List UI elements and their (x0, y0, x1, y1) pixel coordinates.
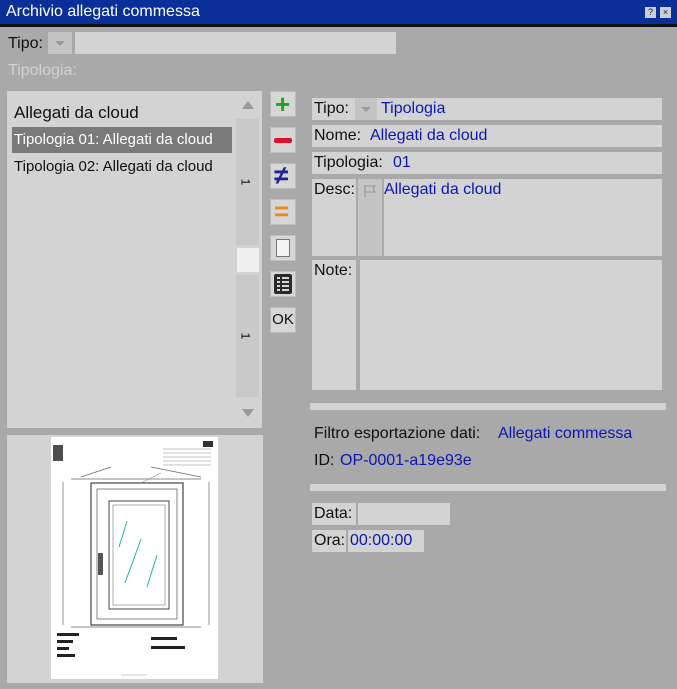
detail-note-input[interactable] (360, 260, 662, 390)
filtro-label: Filtro esportazione dati: (314, 425, 481, 442)
filter-tipologia-label: Tipologia: (8, 62, 77, 79)
filter-tipo-dropdown[interactable] (48, 32, 72, 54)
add-button[interactable]: + (270, 89, 296, 119)
window-titlebar: Archivio allegati commessa ? × (0, 0, 677, 24)
detail-tipo-label: Tipo: (314, 100, 349, 117)
filter-tipo-label: Tipo: (8, 35, 43, 52)
list-view-button[interactable] (270, 271, 296, 297)
detail-nome-value[interactable]: Allegati da cloud (370, 127, 487, 145)
scroll-up-icon[interactable] (242, 101, 254, 109)
separator (310, 484, 666, 491)
scroll-marker-bottom: 1 (238, 332, 253, 340)
list-item-label: Tipologia 02: Allegati da cloud (14, 158, 213, 175)
list-header: Allegati da cloud (14, 103, 139, 122)
filter-tipo-input[interactable] (75, 32, 396, 54)
detail-note-label: Note: (314, 262, 353, 279)
detail-tipo-value[interactable]: Tipologia (381, 100, 445, 118)
flag-icon (364, 185, 376, 197)
title-separator (0, 24, 677, 27)
close-button[interactable]: × (660, 7, 671, 18)
ora-value: 00:00:00 (350, 532, 413, 549)
filtro-value: Allegati commessa (498, 425, 633, 442)
scroll-marker-top: 1 (238, 178, 253, 186)
not-equal-icon: ≠ (274, 160, 289, 190)
equal-button[interactable]: = (270, 196, 296, 226)
list-item[interactable]: Tipologia 02: Allegati da cloud (12, 154, 232, 180)
detail-tipo-dropdown[interactable] (355, 98, 377, 120)
help-button[interactable]: ? (645, 7, 656, 18)
detail-tipologia-label: Tipologia: (314, 154, 383, 171)
window-title: Archivio allegati commessa (6, 3, 200, 20)
list-item-label: Tipologia 01: Allegati da cloud (14, 131, 213, 148)
equal-icon: = (274, 196, 290, 226)
table-list-icon (274, 274, 292, 294)
ora-label: Ora: (314, 532, 346, 549)
detail-nome-label: Nome: (314, 127, 362, 144)
minus-icon (274, 138, 292, 143)
data-input[interactable] (358, 503, 450, 525)
scroll-down-icon[interactable] (242, 409, 254, 417)
detail-desc-flag-cell[interactable] (358, 179, 382, 256)
separator (310, 403, 666, 410)
scroll-thumb[interactable] (237, 248, 259, 272)
ok-button[interactable]: OK (270, 307, 296, 333)
window-drawing-icon (53, 441, 213, 676)
list-item-selected[interactable]: Tipologia 01: Allegati da cloud (12, 127, 232, 153)
chevron-down-icon (361, 107, 371, 112)
detail-tipologia-value[interactable]: 01 (393, 154, 411, 172)
detail-desc-value: Allegati da cloud (384, 181, 502, 198)
id-value: OP-0001-a19e93e (340, 452, 472, 469)
list-scrollbar[interactable]: 1 1 (236, 95, 259, 425)
detail-desc-label: Desc: (314, 181, 355, 198)
chevron-down-icon (55, 41, 65, 46)
data-label: Data: (314, 505, 353, 522)
id-label: ID: (314, 452, 335, 469)
not-equal-button[interactable]: ≠ (270, 160, 296, 190)
remove-button[interactable] (270, 127, 296, 153)
document-button[interactable] (270, 235, 296, 261)
plus-icon: + (275, 89, 291, 119)
document-icon (276, 239, 290, 257)
attachment-preview-image[interactable] (51, 437, 218, 679)
